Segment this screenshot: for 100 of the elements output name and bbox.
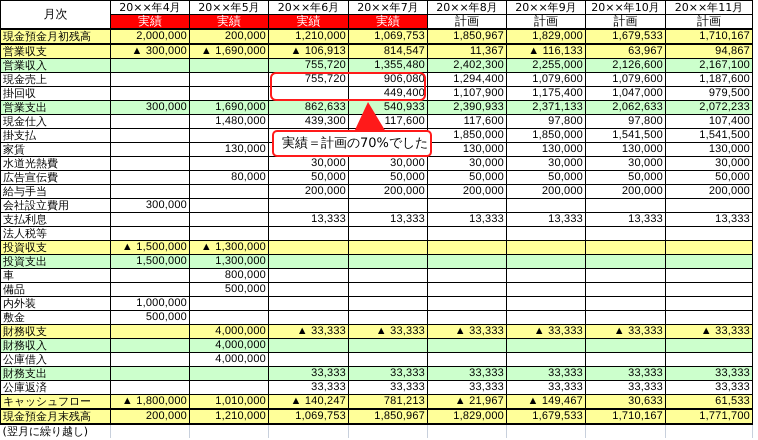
row-label: 掛回収 [0, 86, 110, 100]
row-label: 財務収入 [0, 338, 110, 352]
table-cell: 540,933 [384, 101, 425, 113]
table-cell: 2,255,000 [532, 59, 583, 71]
month-header: 20××年4月 [110, 0, 190, 14]
row-label: 公庫返済 [0, 380, 110, 394]
month-header: 20××年6月 [268, 0, 348, 14]
table-cell: 13,333 [548, 213, 583, 225]
table-cell: 50,000 [390, 171, 425, 183]
table-cell: 13,333 [628, 213, 663, 225]
table-cell: 200,000 [708, 185, 750, 197]
footnote: (翌月に繰り越し) [0, 424, 110, 438]
table-cell: 1,541,500 [612, 129, 663, 141]
table-cell: 1,355,480 [374, 59, 425, 71]
table-cell: 1,010,000 [215, 395, 266, 407]
month-header: 20××年7月 [348, 0, 428, 14]
table-cell: 200,000 [622, 185, 663, 197]
table-cell: 200,000 [462, 185, 504, 197]
table-cell: 33,333 [390, 381, 425, 393]
table-cell: 4,000,000 [215, 325, 266, 337]
row-label: 家賃 [0, 142, 110, 156]
table-cell: 97,800 [628, 115, 663, 127]
table-cell: 33,333 [715, 367, 750, 379]
table-cell: 1,829,000 [453, 410, 504, 422]
row-label: 内外装 [0, 296, 110, 310]
table-cell: 906,080 [384, 73, 425, 85]
table-cell: 13,333 [469, 213, 504, 225]
table-cell: 862,633 [304, 101, 346, 113]
table-cell: 130,000 [462, 143, 504, 155]
table-cell: 500,000 [146, 311, 187, 323]
table-cell: ▲ 140,247 [290, 395, 346, 407]
table-cell: 979,500 [708, 87, 750, 99]
table-cell: 33,333 [311, 367, 346, 379]
table-cell: 4,000,000 [215, 339, 266, 351]
table-cell: 2,167,100 [699, 59, 750, 71]
table-cell: ▲ 106,913 [290, 45, 346, 57]
table-cell: 1,829,000 [532, 30, 583, 42]
table-cell: 33,333 [469, 381, 504, 393]
table-cell: 117,600 [464, 115, 504, 127]
table-cell: 130,000 [224, 143, 266, 155]
row-label: 車 [0, 268, 110, 282]
table-cell: 117,600 [384, 115, 425, 127]
table-cell: ▲ 116,133 [528, 45, 583, 57]
table-cell: ▲ 33,333 [534, 325, 583, 337]
table-cell: ▲ 1,690,000 [200, 45, 266, 57]
table-cell: 1,079,600 [612, 73, 663, 85]
table-cell: 50,000 [628, 171, 663, 183]
table-cell: 33,333 [548, 367, 583, 379]
table-cell: 33,333 [548, 381, 583, 393]
table-cell: 200,000 [146, 410, 187, 422]
month-header: 20××年10月 [586, 0, 666, 14]
table-cell: 50,000 [469, 171, 504, 183]
table-cell: ▲ 33,333 [614, 325, 663, 337]
row-label: 投資収支 [0, 240, 110, 254]
table-cell: 2,072,233 [699, 101, 750, 113]
table-cell: 1,500,000 [136, 255, 187, 267]
table-cell: 300,000 [146, 101, 187, 113]
table-cell: 1,679,533 [612, 30, 663, 42]
table-cell: ▲ 33,333 [700, 325, 750, 337]
row-label: 投資支出 [0, 254, 110, 268]
table-cell: 30,000 [469, 157, 504, 169]
table-cell: 1,480,000 [215, 115, 266, 127]
table-cell: 33,333 [390, 367, 425, 379]
table-cell: 2,371,133 [532, 101, 583, 113]
table-cell: 2,126,600 [612, 59, 663, 71]
table-cell: ▲ 149,467 [527, 395, 583, 407]
table-cell: 1,069,753 [295, 410, 346, 422]
table-cell: 30,000 [311, 157, 346, 169]
table-cell: 200,000 [304, 185, 346, 197]
row-label: 水道光熱費 [0, 156, 110, 170]
table-cell: 755,720 [304, 59, 346, 71]
table-cell: 33,333 [628, 381, 663, 393]
table-cell: 800,000 [224, 269, 266, 281]
table-cell: 814,547 [384, 45, 425, 57]
header-label: 月次 [0, 0, 110, 29]
table-cell: 1,850,000 [532, 129, 583, 141]
table-cell: 130,000 [542, 143, 583, 155]
row-label: 備品 [0, 282, 110, 296]
table-cell: 61,533 [715, 395, 750, 407]
table-cell: 30,000 [548, 157, 583, 169]
table-cell: 130,000 [622, 143, 663, 155]
table-cell: 1,175,400 [532, 87, 583, 99]
table-cell: ▲ 1,500,000 [122, 241, 187, 253]
table-cell: 33,333 [628, 367, 663, 379]
table-cell: 97,800 [548, 115, 583, 127]
table-cell: 33,333 [311, 381, 346, 393]
table-cell: 50,000 [715, 171, 750, 183]
row-label: 法人税等 [0, 226, 110, 240]
table-cell: 33,333 [715, 381, 750, 393]
table-cell: 63,967 [628, 45, 663, 57]
table-cell: 107,400 [708, 115, 750, 127]
table-cell: 50,000 [311, 171, 346, 183]
table-cell: 300,000 [146, 199, 187, 211]
table-cell: 30,000 [715, 157, 750, 169]
table-cell: 755,720 [304, 73, 346, 85]
row-label: 給与手当 [0, 184, 110, 198]
row-label: 広告宣伝費 [0, 170, 110, 184]
table-cell: 1,000,000 [136, 297, 187, 309]
table-cell: 1,771,700 [699, 410, 750, 422]
table-cell: ▲ 33,333 [376, 325, 425, 337]
